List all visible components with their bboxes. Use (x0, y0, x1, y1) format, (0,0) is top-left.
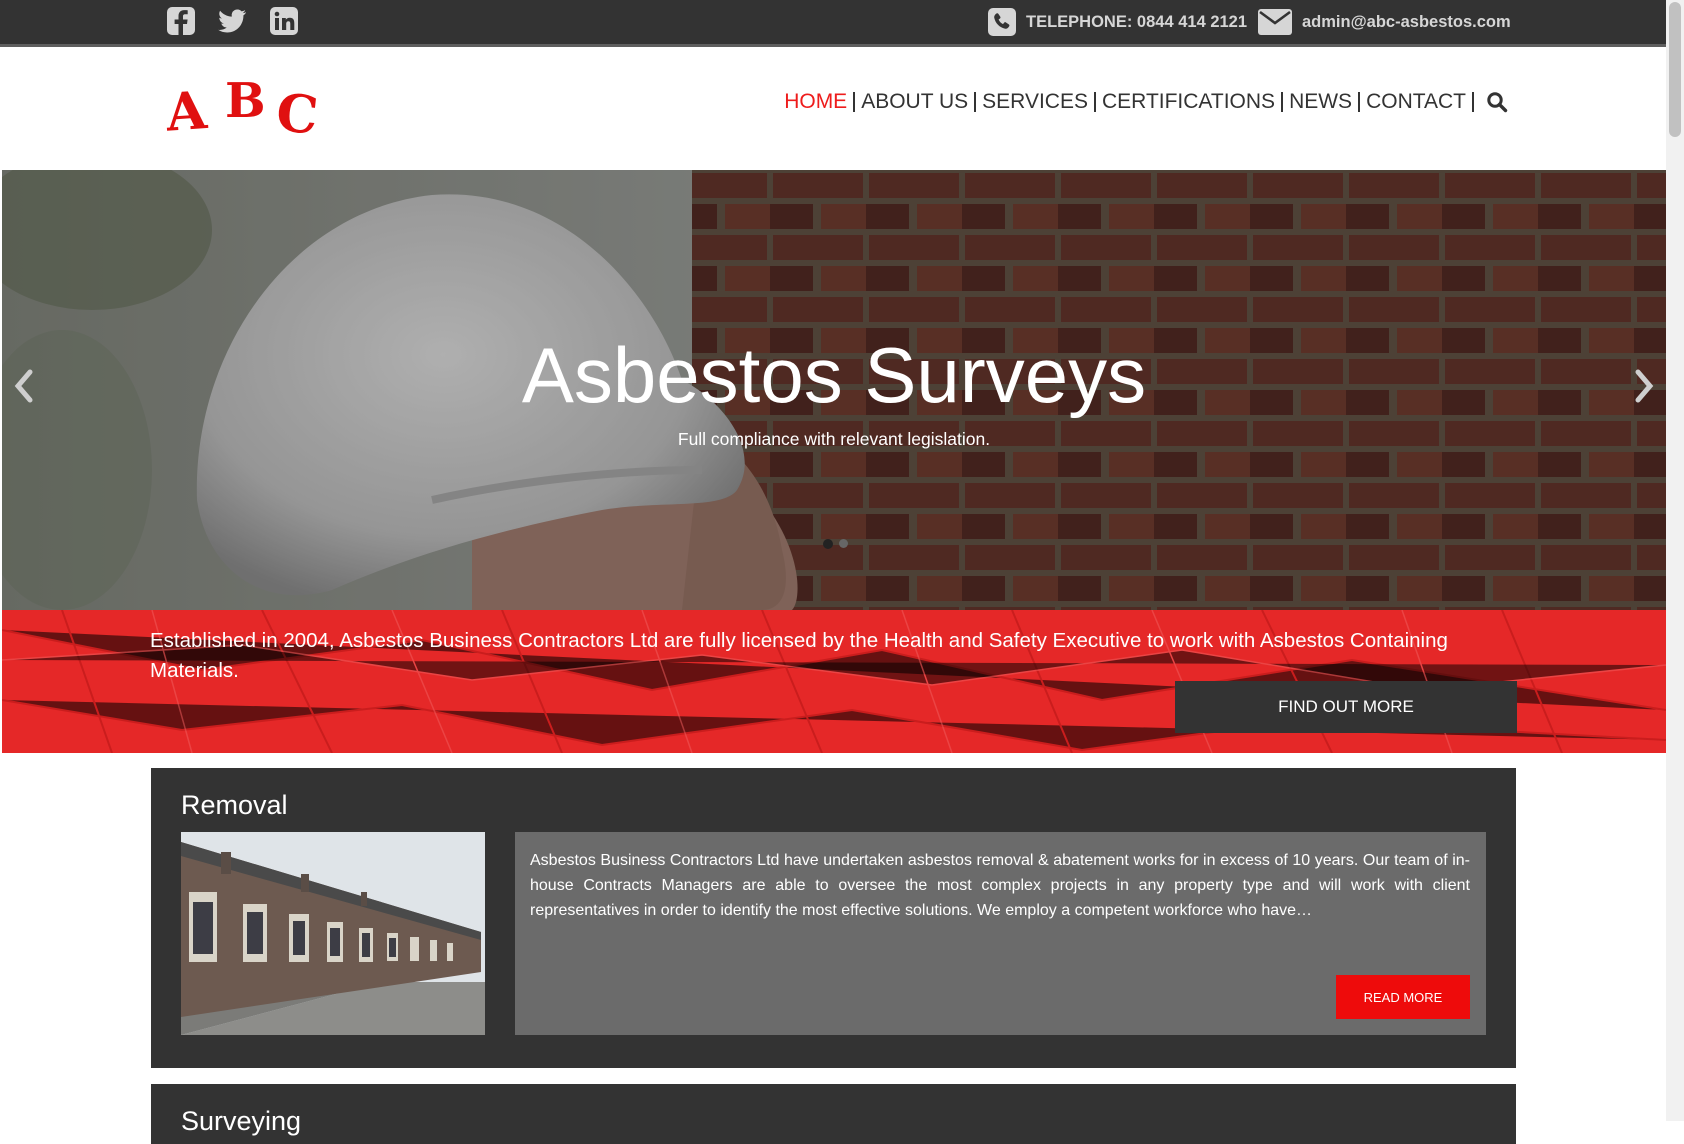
nav-news[interactable]: NEWS (1283, 91, 1361, 112)
phone-icon (988, 8, 1016, 36)
page-scrollbar[interactable] (1666, 0, 1684, 1121)
telephone-text[interactable]: TELEPHONE: 0844 414 2121 (1026, 13, 1247, 32)
hero-title: Asbestos Surveys (521, 331, 1147, 419)
nav-services[interactable]: SERVICES (976, 91, 1096, 112)
top-bar: TELEPHONE: 0844 414 2121 admin@abc-asbes… (0, 0, 1666, 47)
search-icon[interactable] (1486, 91, 1508, 113)
svg-text:A: A (163, 80, 209, 139)
envelope-icon (1258, 9, 1292, 35)
abc-logo[interactable]: A B C (162, 69, 332, 147)
slider-dot-1[interactable] (823, 538, 833, 549)
email-link[interactable]: admin@abc-asbestos.com (1302, 13, 1511, 32)
twitter-icon[interactable] (216, 5, 248, 37)
slider-dot-2[interactable] (839, 539, 848, 548)
svg-text:C: C (273, 82, 321, 139)
slider-dots (823, 538, 848, 549)
intro-band: Established in 2004, Asbestos Business C… (2, 610, 1666, 753)
hero-slider: Asbestos Surveys Full compliance with re… (2, 170, 1666, 610)
site-header: A B C HOME ABOUT US SERVICES CERTIFICATI… (2, 47, 1666, 170)
email-info: admin@abc-asbestos.com (1258, 7, 1511, 37)
svg-text:B: B (225, 73, 266, 129)
nav-about-us[interactable]: ABOUT US (855, 91, 977, 112)
nav-home[interactable]: HOME (778, 91, 856, 112)
service-title: Surveying (181, 1106, 302, 1136)
nav-contact[interactable]: CONTACT (1360, 91, 1474, 112)
scrollbar-thumb[interactable] (1669, 2, 1681, 137)
main-nav: HOME ABOUT US SERVICES CERTIFICATIONS NE… (778, 91, 1508, 113)
linkedin-icon[interactable] (268, 5, 300, 37)
terraced-houses-image[interactable] (181, 832, 485, 1035)
facebook-icon[interactable] (165, 5, 197, 37)
intro-text: Established in 2004, Asbestos Business C… (150, 629, 1448, 682)
service-panel-surveying: Surveying (151, 1084, 1516, 1144)
service-title: Removal (181, 790, 288, 820)
service-description: Asbestos Business Contractors Ltd have u… (530, 852, 1470, 919)
hero-subtitle: Full compliance with relevant legislatio… (677, 429, 991, 449)
nav-certifications[interactable]: CERTIFICATIONS (1096, 91, 1284, 112)
find-out-more-button[interactable]: FIND OUT MORE (1175, 681, 1517, 733)
telephone-info: TELEPHONE: 0844 414 2121 (988, 7, 1247, 37)
service-description-box: Asbestos Business Contractors Ltd have u… (515, 832, 1486, 1035)
service-panel-removal: Removal Asbestos Business Contractors Lt… (151, 768, 1516, 1068)
read-more-button[interactable]: READ MORE (1336, 975, 1470, 1019)
